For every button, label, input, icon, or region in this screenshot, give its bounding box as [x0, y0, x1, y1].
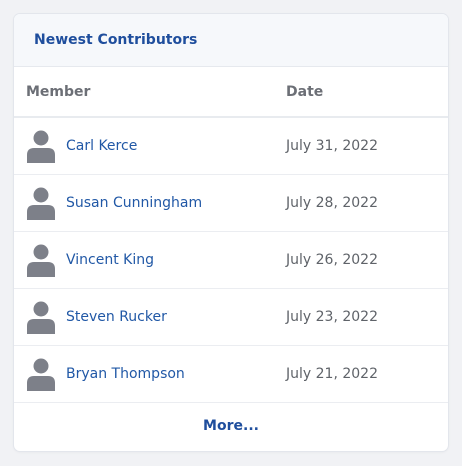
- more-link[interactable]: More...: [203, 418, 259, 434]
- card-footer: More...: [14, 403, 448, 449]
- user-avatar-icon[interactable]: [26, 357, 56, 391]
- user-avatar-icon[interactable]: [26, 186, 56, 220]
- date-cell: July 23, 2022: [286, 309, 378, 325]
- date-cell: July 21, 2022: [286, 366, 378, 382]
- newest-contributors-card: Newest Contributors Member Date Carl Ker…: [14, 14, 448, 451]
- user-avatar-icon[interactable]: [26, 243, 56, 277]
- column-header-date: Date: [286, 83, 324, 100]
- table-row: Vincent King July 26, 2022: [14, 232, 448, 289]
- member-cell: Steven Rucker: [14, 300, 286, 334]
- date-cell: July 26, 2022: [286, 252, 378, 268]
- member-name-link[interactable]: Susan Cunningham: [66, 195, 202, 211]
- member-cell: Bryan Thompson: [14, 357, 286, 391]
- card-title: Newest Contributors: [34, 32, 198, 48]
- table-header: Member Date: [14, 67, 448, 118]
- card-header: Newest Contributors: [14, 14, 448, 67]
- table-row: Steven Rucker July 23, 2022: [14, 289, 448, 346]
- member-name-link[interactable]: Steven Rucker: [66, 309, 167, 325]
- date-cell: July 31, 2022: [286, 138, 378, 154]
- table-row: Susan Cunningham July 28, 2022: [14, 175, 448, 232]
- member-name-link[interactable]: Vincent King: [66, 252, 154, 268]
- member-cell: Vincent King: [14, 243, 286, 277]
- member-name-link[interactable]: Bryan Thompson: [66, 366, 185, 382]
- date-cell: July 28, 2022: [286, 195, 378, 211]
- user-avatar-icon[interactable]: [26, 300, 56, 334]
- user-avatar-icon[interactable]: [26, 129, 56, 163]
- member-cell: Carl Kerce: [14, 129, 286, 163]
- table-row: Bryan Thompson July 21, 2022: [14, 346, 448, 403]
- member-cell: Susan Cunningham: [14, 186, 286, 220]
- column-header-member: Member: [26, 83, 91, 100]
- table-row: Carl Kerce July 31, 2022: [14, 118, 448, 175]
- member-name-link[interactable]: Carl Kerce: [66, 138, 137, 154]
